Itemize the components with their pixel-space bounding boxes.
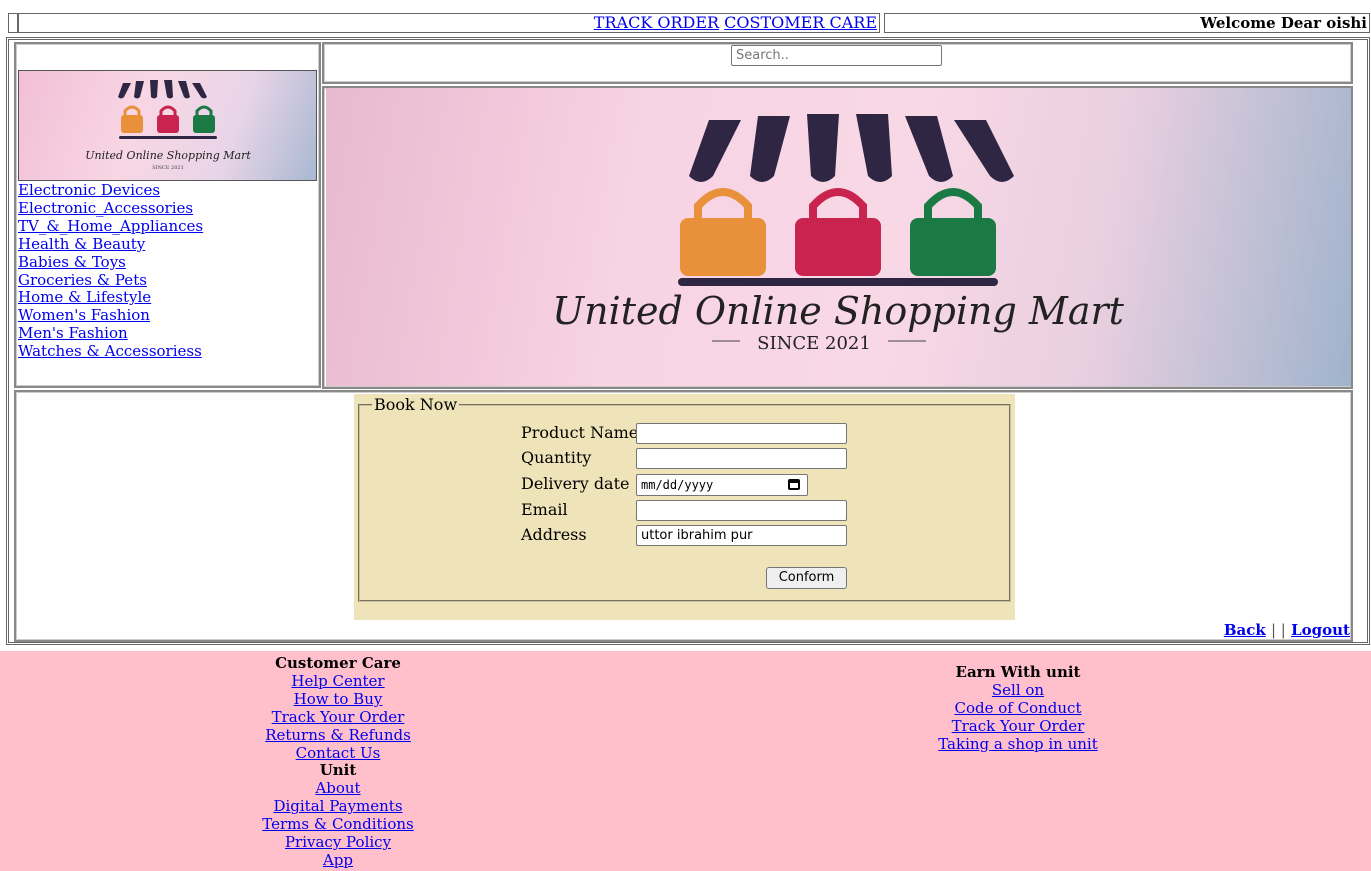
- awning-icon: [689, 114, 1014, 182]
- category-list: Electronic Devices Electronic_Accessorie…: [18, 181, 318, 361]
- footer-link[interactable]: Digital Payments: [240, 797, 436, 816]
- logo-wordmark: United Online Shopping Mart: [85, 149, 251, 162]
- category-link[interactable]: Home & Lifestyle: [18, 289, 318, 307]
- hero-banner: United Online Shopping Mart SINCE 2021: [326, 88, 1351, 386]
- category-link[interactable]: TV_&_Home_Appliances: [18, 217, 318, 236]
- footer-link[interactable]: Contact Us: [240, 744, 436, 763]
- footer-link[interactable]: Sell on: [918, 681, 1118, 700]
- category-link[interactable]: Health & Beauty: [18, 235, 318, 254]
- shopping-bags-icon: [678, 188, 998, 286]
- footer-link[interactable]: App: [240, 851, 436, 870]
- footer-heading: Customer Care: [275, 654, 401, 672]
- footer-customer-care: Customer Care Help Center How to Buy Tra…: [240, 654, 436, 870]
- product-name-label: Product Name: [521, 423, 639, 442]
- quantity-label: Quantity: [521, 448, 592, 467]
- top-left-cell: [8, 13, 18, 33]
- footer-link[interactable]: Terms & Conditions: [240, 815, 436, 834]
- conform-button[interactable]: Conform: [766, 567, 847, 589]
- category-link[interactable]: Groceries & Pets: [18, 271, 318, 290]
- address-label: Address: [521, 525, 587, 544]
- email-label: Email: [521, 500, 568, 519]
- banner-since: SINCE 2021: [757, 333, 871, 354]
- address-field[interactable]: [636, 525, 847, 546]
- footer-link[interactable]: Track Your Order: [240, 708, 436, 727]
- category-link[interactable]: Babies & Toys: [18, 253, 318, 272]
- footer: [0, 651, 1371, 871]
- footer-earn: Earn With unit Sell on Code of Conduct T…: [918, 663, 1118, 754]
- category-link[interactable]: Electronic Devices: [18, 181, 318, 200]
- delivery-date-placeholder: mm/dd/yyyy: [641, 478, 714, 492]
- email-field[interactable]: [636, 500, 847, 521]
- delivery-date-field[interactable]: mm/dd/yyyy: [636, 474, 808, 496]
- footer-heading: Unit: [319, 761, 357, 780]
- back-link[interactable]: Back: [1224, 621, 1266, 639]
- logo-since: SINCE 2021: [152, 165, 184, 171]
- category-link[interactable]: Electronic_Accessories: [18, 199, 318, 218]
- welcome-message: Welcome Dear oishi: [884, 13, 1370, 33]
- footer-link[interactable]: Privacy Policy: [240, 833, 436, 852]
- search-input[interactable]: [731, 45, 942, 66]
- track-order-link[interactable]: TRACK ORDER: [594, 13, 719, 32]
- banner-title: United Online Shopping Mart: [552, 289, 1125, 333]
- site-logo: United Online Shopping Mart SINCE 2021: [18, 70, 317, 181]
- account-actions: Back | | Logout: [1224, 621, 1350, 639]
- quantity-field[interactable]: [636, 448, 847, 469]
- footer-link[interactable]: Returns & Refunds: [240, 726, 436, 745]
- customer-care-link[interactable]: COSTOMER CARE: [724, 13, 877, 32]
- category-link[interactable]: Watches & Accessoriess: [18, 342, 318, 361]
- footer-link[interactable]: How to Buy: [240, 690, 436, 709]
- category-link[interactable]: Women's Fashion: [18, 306, 318, 325]
- footer-link[interactable]: Code of Conduct: [918, 699, 1118, 718]
- footer-link[interactable]: About: [240, 779, 436, 798]
- product-name-field[interactable]: [636, 423, 847, 444]
- footer-link[interactable]: Taking a shop in unit: [918, 735, 1118, 754]
- booking-legend: Book Now: [372, 395, 460, 414]
- action-separator: | |: [1270, 621, 1286, 639]
- category-link[interactable]: Men's Fashion: [18, 324, 318, 343]
- footer-link[interactable]: Track Your Order: [918, 717, 1118, 736]
- calendar-icon[interactable]: [788, 479, 800, 490]
- top-nav: TRACK ORDER COSTOMER CARE: [18, 13, 880, 33]
- footer-link[interactable]: Help Center: [240, 672, 436, 691]
- delivery-date-label: Delivery date: [521, 474, 630, 493]
- logout-link[interactable]: Logout: [1291, 621, 1350, 639]
- footer-heading: Earn With unit: [955, 663, 1081, 681]
